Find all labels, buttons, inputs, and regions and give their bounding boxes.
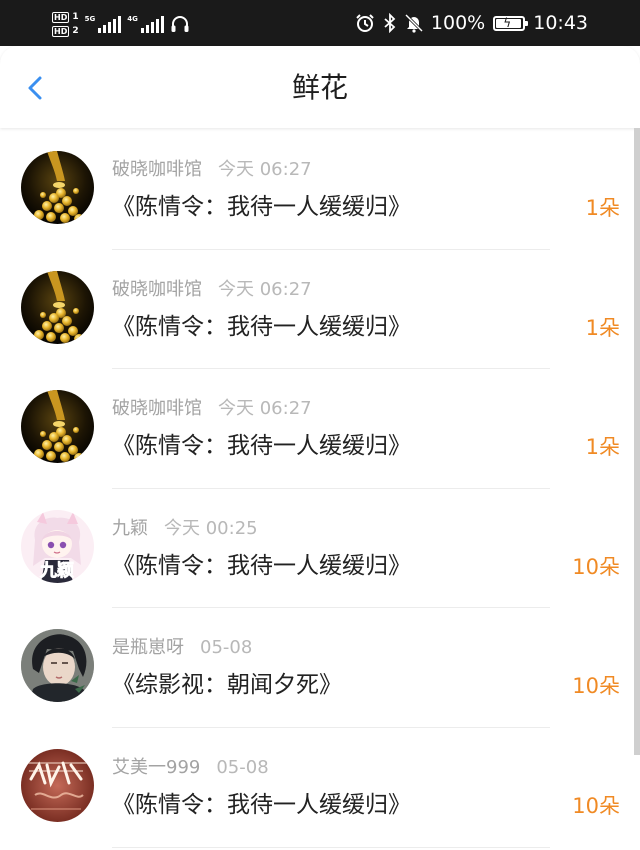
timestamp: 05-08: [200, 637, 253, 659]
scrollbar[interactable]: [634, 128, 640, 755]
timestamp: 05-08: [216, 756, 269, 778]
page-title: 鲜花: [291, 71, 348, 104]
list-item[interactable]: 破晓咖啡馆 今天 06:27 《陈情令：我待一人缓缓归》 1朵: [0, 250, 630, 370]
timestamp: 今天 00:25: [164, 517, 258, 539]
divider: [112, 846, 550, 848]
battery-charging-icon: ϟ: [493, 15, 529, 31]
flower-count: 1朵: [585, 435, 620, 460]
hd-sim1: HD 1: [52, 11, 79, 23]
list-item[interactable]: 九颖 九颖 今天 00:25 《陈情令：我待一人缓缓归》 10朵: [0, 489, 630, 609]
battery-percent: 100%: [430, 12, 486, 34]
signal-5g-icon: 5G: [85, 15, 122, 33]
headphones-icon: [171, 16, 189, 32]
book-title[interactable]: 《陈情令：我待一人缓缓归》: [112, 310, 411, 344]
flower-count: 1朵: [585, 196, 620, 220]
alarm-icon: [356, 14, 374, 32]
timestamp: 今天 06:27: [218, 398, 312, 420]
app-header: 鲜花: [0, 46, 640, 128]
username[interactable]: 破晓咖啡馆: [112, 398, 202, 419]
hd-sim2: HD 2: [52, 25, 79, 37]
avatar[interactable]: 九颖: [21, 509, 94, 583]
mute-bell-icon: [404, 13, 423, 33]
bluetooth-icon: [384, 13, 396, 33]
status-bar: HD 1 HD 2 5G 4G 100% ϟ 10:43: [0, 0, 640, 46]
book-title[interactable]: 《陈情令：我待一人缓缓归》: [112, 549, 411, 583]
status-right: 100% ϟ 10:43: [355, 10, 588, 36]
username[interactable]: 是瓶崽呀: [112, 637, 184, 658]
username[interactable]: 艾美一999: [112, 757, 200, 778]
flower-count: 10朵: [572, 793, 620, 818]
list-item[interactable]: 艾美一999 05-08 《陈情令：我待一人缓缓归》 10朵: [0, 728, 630, 848]
flower-count: 10朵: [572, 554, 620, 579]
timestamp: 今天 06:27: [218, 159, 312, 180]
username[interactable]: 破晓咖啡馆: [112, 279, 202, 300]
svg-text:九颖: 九颖: [39, 560, 74, 581]
flower-count: 10朵: [572, 674, 620, 699]
status-left: HD 1 HD 2 5G 4G: [52, 6, 190, 42]
signal-4g-icon: 4G: [127, 15, 164, 33]
avatar[interactable]: [21, 270, 94, 344]
username[interactable]: 九颖: [112, 518, 148, 539]
username[interactable]: 破晓咖啡馆: [112, 159, 202, 180]
flower-list[interactable]: 破晓咖啡馆 今天 06:27 《陈情令：我待一人缓缓归》 1朵 破晓咖啡馆 今天 0…: [0, 130, 630, 848]
timestamp: 今天 06:27: [218, 278, 312, 300]
book-title[interactable]: 《陈情令：我待一人缓缓归》: [112, 788, 411, 822]
avatar[interactable]: [21, 748, 94, 822]
hd-indicators: HD 1 HD 2: [52, 11, 79, 37]
book-title[interactable]: 《综影视：朝闻夕死》: [112, 668, 342, 702]
list-item[interactable]: 是瓶崽呀 05-08 《综影视：朝闻夕死》 10朵: [0, 608, 630, 728]
book-title[interactable]: 《陈情令：我待一人缓缓归》: [112, 190, 411, 224]
list-item[interactable]: 破晓咖啡馆 今天 06:27 《陈情令：我待一人缓缓归》 1朵: [0, 130, 630, 250]
avatar[interactable]: [21, 629, 94, 703]
flower-count: 1朵: [585, 315, 620, 340]
avatar[interactable]: [21, 390, 94, 464]
list-item[interactable]: 破晓咖啡馆 今天 06:27 《陈情令：我待一人缓缓归》 1朵: [0, 369, 630, 489]
avatar[interactable]: [21, 151, 94, 224]
book-title[interactable]: 《陈情令：我待一人缓缓归》: [112, 429, 411, 463]
clock: 10:43: [533, 12, 588, 34]
